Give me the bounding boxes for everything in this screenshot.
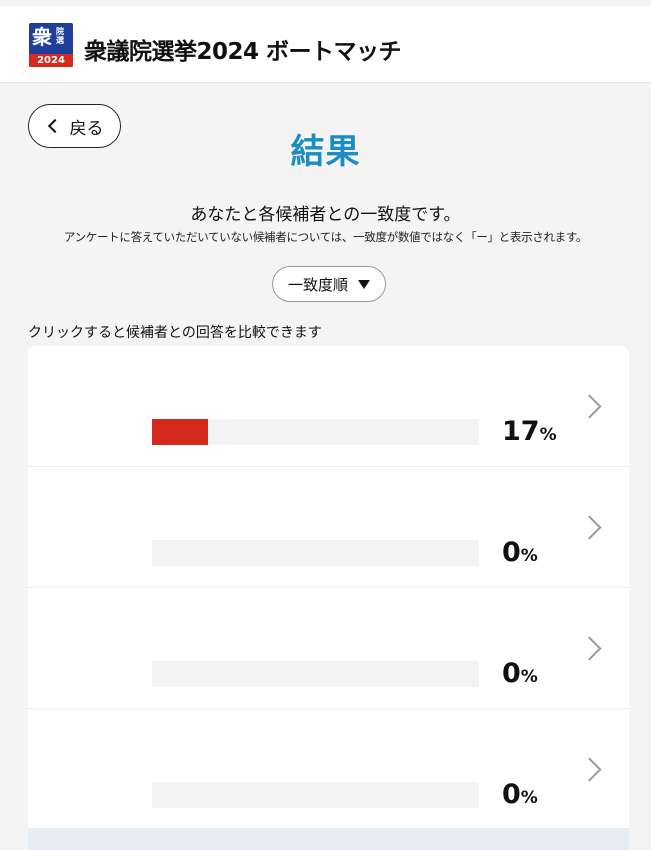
match-percent-value: 0: [502, 779, 521, 810]
match-bar-track: [152, 540, 479, 566]
match-bar-track: [152, 782, 479, 808]
caret-down-icon: [358, 279, 370, 289]
match-percent: 17%: [502, 416, 557, 447]
chevron-right-icon: [577, 636, 602, 661]
app-title: 衆議院選挙2024 ボートマッチ: [84, 39, 402, 65]
chevron-right-icon: [577, 394, 602, 419]
compare-hint: クリックすると候補者との回答を比較できます: [28, 325, 322, 341]
page-title: 結果: [290, 132, 361, 172]
sort-selected-label: 一致度順: [287, 275, 348, 294]
list-footer: [28, 828, 629, 850]
match-percent: 0%: [502, 658, 538, 689]
match-percent-value: 17: [502, 416, 540, 447]
match-percent-value: 0: [502, 658, 521, 689]
sort-dropdown[interactable]: 一致度順: [272, 266, 386, 302]
match-bar-fill: [152, 419, 208, 445]
logo-main-char: 衆: [32, 25, 52, 49]
site-header: 衆 院選 2024 衆議院選挙2024 ボートマッチ: [0, 6, 651, 83]
chevron-right-icon: [577, 757, 602, 782]
match-bar-track: [152, 419, 479, 445]
candidate-list: 17% 0% 0% 0%: [28, 346, 629, 850]
logo-sub-text: 院選: [56, 27, 64, 45]
match-percent-symbol: %: [520, 546, 538, 566]
candidate-row[interactable]: 0%: [28, 709, 629, 830]
candidate-row[interactable]: 0%: [28, 467, 629, 588]
candidate-row[interactable]: 17%: [28, 346, 629, 467]
result-lead-text: あなたと各候補者との一致度です。: [190, 205, 461, 225]
chevron-right-icon: [577, 515, 602, 540]
match-percent: 0%: [502, 779, 538, 810]
match-percent-symbol: %: [520, 788, 538, 808]
result-note-text: アンケートに答えていただいていない候補者については、一致度が数値ではなく「ー」と…: [63, 230, 588, 244]
match-percent-value: 0: [502, 537, 521, 568]
logo-year: 2024: [29, 54, 73, 67]
match-percent: 0%: [502, 537, 538, 568]
match-percent-symbol: %: [520, 667, 538, 687]
candidate-row[interactable]: 0%: [28, 588, 629, 709]
match-percent-symbol: %: [539, 425, 557, 445]
match-bar-track: [152, 661, 479, 687]
election-logo: 衆 院選 2024: [29, 23, 73, 67]
